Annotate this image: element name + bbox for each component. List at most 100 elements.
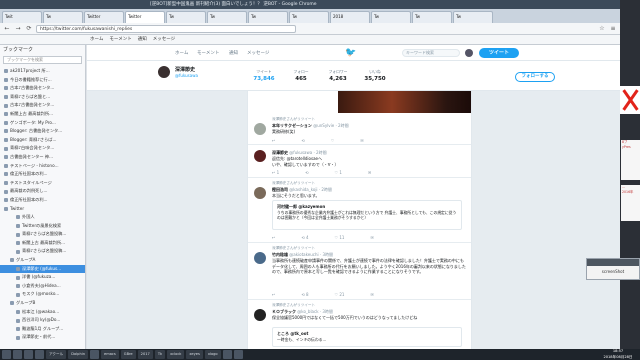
browser-tab[interactable]: Twitter <box>84 11 124 23</box>
desktop-window-card[interactable]: ... 2016年 <box>621 185 640 221</box>
bookmark-item[interactable]: 西谷洋司 ky(@Do... <box>0 316 85 325</box>
bookmark-item[interactable]: 最高裁の判例死し... <box>0 187 85 196</box>
taskbar-app-icon[interactable] <box>24 350 33 359</box>
retweet-icon[interactable]: ⟲ 8 <box>301 292 308 297</box>
bookmark-link[interactable]: モーメント <box>109 36 131 43</box>
retweet-icon[interactable]: ⟲ <box>305 170 308 175</box>
profile-name[interactable]: 深澤節史 <box>175 66 195 73</box>
desktop-window-card[interactable]: 8ブ yPres <box>621 140 640 180</box>
browser-tab-active[interactable]: Twitter <box>125 11 165 23</box>
taskbar-app-icon[interactable] <box>13 350 22 359</box>
bookmark-item[interactable]: テストページ - histono... <box>0 162 85 171</box>
reply-icon[interactable]: ↩ 1 <box>272 170 279 175</box>
reply-icon[interactable]: ↩ <box>272 235 275 240</box>
browser-tab[interactable]: 2018 <box>330 11 370 23</box>
tweet-button[interactable]: ツイート <box>479 48 519 58</box>
browser-tab[interactable]: Tw <box>166 11 206 23</box>
tweet[interactable]: 深澤節史さんがリツイート ＫＯブラック @ko_black · 3時間 保全協議… <box>248 301 471 349</box>
message-icon[interactable]: ✉ <box>360 138 363 143</box>
bookmark-item[interactable]: グループB <box>0 299 85 308</box>
bookmark-item[interactable]: 古本♪古書曲発センタ... <box>0 84 85 93</box>
tweet[interactable]: 深澤節史 @fukusawa · 2時間 返信先: @tarotelldiosa… <box>248 146 471 178</box>
forward-arrow-icon[interactable]: → <box>14 25 22 33</box>
taskbar-item[interactable]: xclock <box>167 350 185 359</box>
browser-tab[interactable]: Twit <box>2 11 42 23</box>
bookmark-item[interactable]: 倫正所社国本の利... <box>0 196 85 205</box>
taskbar-item[interactable]: GBre <box>120 350 136 359</box>
browser-tab[interactable]: Tw <box>289 11 329 23</box>
like-icon[interactable]: ♡ 21 <box>335 292 345 297</box>
nav-home[interactable]: ホーム <box>175 50 188 56</box>
like-icon[interactable]: ♡ 11 <box>335 235 345 240</box>
nav-moments[interactable]: モーメント <box>197 50 219 56</box>
screenshot-popup[interactable]: screenShot <box>586 258 640 280</box>
bookmark-item[interactable]: ak2017project 所... <box>0 67 85 76</box>
browser-tab[interactable]: Tw <box>248 11 288 23</box>
bookmark-item[interactable]: Blogger: 古書曲発センタ... <box>0 127 85 136</box>
stat-followers[interactable]: フォロワー 4,263 <box>321 69 355 82</box>
bookmark-item[interactable]: 今日の書籍推荐に行... <box>0 76 85 85</box>
taskbar-clock[interactable]: 18:57 2018年08月28日 <box>596 349 640 360</box>
tweet[interactable]: 深澤節史さんがリツイート 竹内稔雄 @akiotakeuchi · 3時間 当事… <box>248 244 471 300</box>
bookmark-item[interactable]: テストスタイルページ <box>0 179 85 188</box>
bookmark-link[interactable]: メッセージ <box>153 36 175 43</box>
browser-tab[interactable]: Tw <box>43 11 83 23</box>
reload-icon[interactable]: ⟳ <box>25 25 33 33</box>
media-photo[interactable] <box>338 91 471 113</box>
bookmark-item[interactable]: 青柳♪白味会発センタ... <box>0 144 85 153</box>
like-icon[interactable]: ♡ <box>331 138 335 143</box>
browser-tab[interactable]: Tw <box>453 11 493 23</box>
bookmark-item[interactable]: 新聞上古 最高裁判所... <box>0 110 85 119</box>
bookmark-item[interactable]: 古書曲発センター 神... <box>0 153 85 162</box>
quoted-tweet[interactable]: 河村健一郎 @kazyemon うちの事務所の優秀な企業内弁護士がこれは無理だと… <box>272 200 462 230</box>
bookmark-item[interactable]: ゲンゴポータ: My Pro... <box>0 119 85 128</box>
bookmark-item[interactable]: 松本江 (@wakao... <box>0 308 85 317</box>
follow-button[interactable]: フォローする <box>515 72 555 82</box>
bookmark-item[interactable]: Blogger: 青柳♪さらば... <box>0 136 85 145</box>
taskbar-app-icon[interactable] <box>222 350 232 359</box>
avatar[interactable] <box>254 150 266 162</box>
taskbar-item[interactable]: Tk <box>154 350 166 359</box>
bookmark-item[interactable]: Twitter <box>0 205 85 214</box>
bookmark-item[interactable]: 青柳♪さらば名盤と... <box>0 93 85 102</box>
bookmark-item[interactable]: 倫正所社国本の利... <box>0 170 85 179</box>
tweet[interactable]: 深澤節史さんがリツイート 本年リサクゼーション @unSylvie · 2時間 … <box>248 115 471 145</box>
quoted-tweet[interactable]: ところ @tk_oot 一時金も、インキの伝わる… <box>272 327 462 347</box>
nav-messages[interactable]: メッセージ <box>247 50 269 56</box>
bookmark-item[interactable]: 難波龍1月 グループ... <box>0 325 85 334</box>
back-arrow-icon[interactable]: ← <box>3 25 11 33</box>
bookmark-item[interactable]: モスク (@mosko... <box>0 290 85 299</box>
message-icon[interactable]: ✉ <box>368 170 371 175</box>
bookmark-item[interactable]: 深澤節史 (@fukus... <box>0 264 85 274</box>
browser-tab[interactable]: Tw <box>371 11 411 23</box>
popup-titlebar[interactable] <box>587 259 639 266</box>
close-x-icon[interactable] <box>620 86 640 114</box>
taskbar-app-icon[interactable] <box>35 350 44 359</box>
bookmark-item[interactable]: 深澤節史・前代... <box>0 333 85 342</box>
bookmark-link[interactable]: ホーム <box>90 36 103 43</box>
taskbar-app-icon[interactable] <box>233 350 243 359</box>
bookmark-item[interactable]: 古本♪古書曲発センタ... <box>0 101 85 110</box>
reply-icon[interactable]: ↩ <box>272 138 275 143</box>
profile-avatar[interactable] <box>157 65 171 79</box>
taskbar-item[interactable]: アクール <box>46 350 67 359</box>
menu-icon[interactable]: ≡ <box>609 25 617 33</box>
stat-tweets[interactable]: ツイート 73,846 <box>247 69 281 82</box>
stat-likes[interactable]: いいね 35,750 <box>358 69 392 82</box>
twitter-bird-icon[interactable]: 🐦 <box>345 48 356 58</box>
bookmark-item[interactable]: グループA <box>0 256 85 265</box>
url-bar[interactable]: https://twitter.com/fukusawanishi_replie… <box>36 24 296 33</box>
retweet-icon[interactable]: ⟲ 4 <box>301 235 308 240</box>
browser-tab[interactable]: Tw <box>412 11 452 23</box>
bookmark-item[interactable]: 青柳♪さらば名盤投稿... <box>0 247 85 256</box>
bookmark-search-input[interactable]: ブックマークを検索 <box>3 56 82 64</box>
profile-handle[interactable]: @fukusawa <box>175 73 198 78</box>
bookmark-item[interactable]: 外国人 <box>0 213 85 222</box>
taskbar-item[interactable]: emacs <box>101 350 119 359</box>
reply-icon[interactable]: ↩ <box>272 292 275 297</box>
tweet[interactable]: 深澤節史さんがリツイート 樫田浩司 @kashida_koji · 2時間 本当… <box>248 179 471 243</box>
message-icon[interactable]: ✉ <box>370 292 373 297</box>
message-icon[interactable]: ✉ <box>370 235 373 240</box>
taskbar-item[interactable]: xeyes <box>186 350 203 359</box>
stat-following[interactable]: フォロー 465 <box>284 69 318 82</box>
